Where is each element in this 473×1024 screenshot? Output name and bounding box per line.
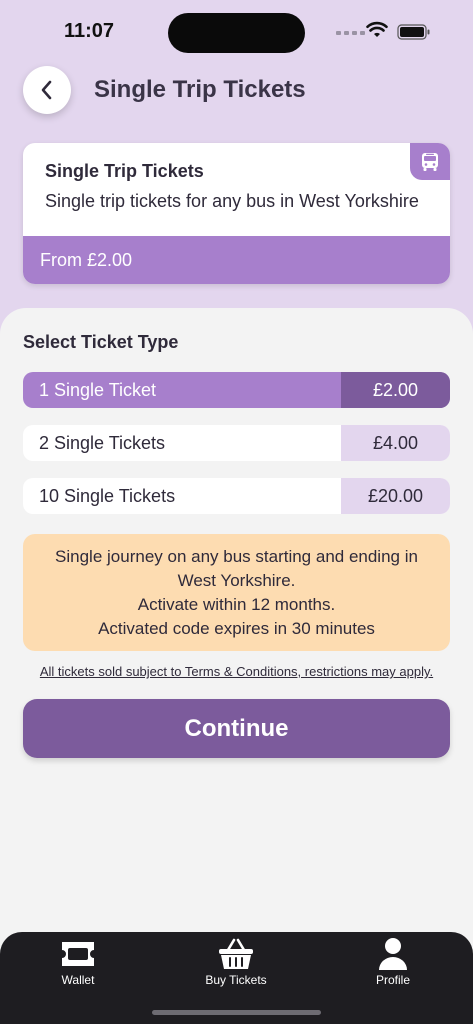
cellular-signal-icon: [336, 31, 365, 35]
page-title: Single Trip Tickets: [94, 76, 306, 103]
bus-badge: [410, 143, 450, 180]
section-title: Select Ticket Type: [23, 332, 179, 352]
continue-button[interactable]: Continue: [23, 699, 450, 758]
ticket-option-price: £2.00: [341, 372, 450, 408]
info-line: Activated code expires in 30 minutes: [98, 618, 375, 638]
price-from-bar: From £2.00: [23, 236, 450, 284]
info-line: Activate within 12 months.: [137, 594, 336, 614]
ticket-option-label: 2 Single Tickets: [39, 432, 166, 453]
tab-wallet[interactable]: Wallet: [18, 936, 138, 987]
terms-link[interactable]: All tickets sold subject to Terms & Cond…: [0, 664, 473, 679]
product-title: Single Trip Tickets: [45, 161, 204, 181]
person-icon: [379, 938, 407, 970]
basket-icon: [219, 938, 253, 969]
ticket-option-10-singles[interactable]: 10 Single Tickets £20.00: [23, 478, 450, 514]
ticket-option-price: £20.00: [341, 478, 450, 514]
ticket-option-2-singles[interactable]: 2 Single Tickets £4.00: [23, 425, 450, 461]
ticket-option-label: 10 Single Tickets: [39, 485, 176, 506]
home-indicator: [152, 1010, 321, 1015]
wifi-icon: [366, 21, 388, 37]
product-description: Single trip tickets for any bus in West …: [45, 191, 419, 211]
product-card: Single Trip Tickets Single trip tickets …: [23, 143, 450, 284]
tab-label: Profile: [375, 973, 410, 987]
battery-icon: [397, 24, 430, 40]
back-button[interactable]: [23, 66, 71, 114]
tab-profile[interactable]: Profile: [333, 936, 453, 987]
dynamic-island: [168, 13, 305, 53]
bus-icon: [422, 152, 438, 171]
ticket-option-1-single[interactable]: 1 Single Ticket £2.00: [23, 372, 450, 408]
info-line: Single journey on any bus starting and e…: [55, 546, 418, 566]
chevron-left-icon: [41, 80, 52, 100]
ticket-icon: [62, 942, 94, 966]
info-line: West Yorkshire.: [177, 570, 296, 590]
ticket-option-label: 1 Single Ticket: [39, 379, 157, 400]
tab-buy-tickets[interactable]: Buy Tickets: [176, 936, 296, 987]
ticket-option-price: £4.00: [341, 425, 450, 461]
tab-label: Wallet: [61, 973, 95, 987]
ticket-info-box: Single journey on any bus starting and e…: [23, 534, 450, 651]
tab-label: Buy Tickets: [205, 973, 267, 987]
status-time: 11:07: [64, 20, 115, 42]
